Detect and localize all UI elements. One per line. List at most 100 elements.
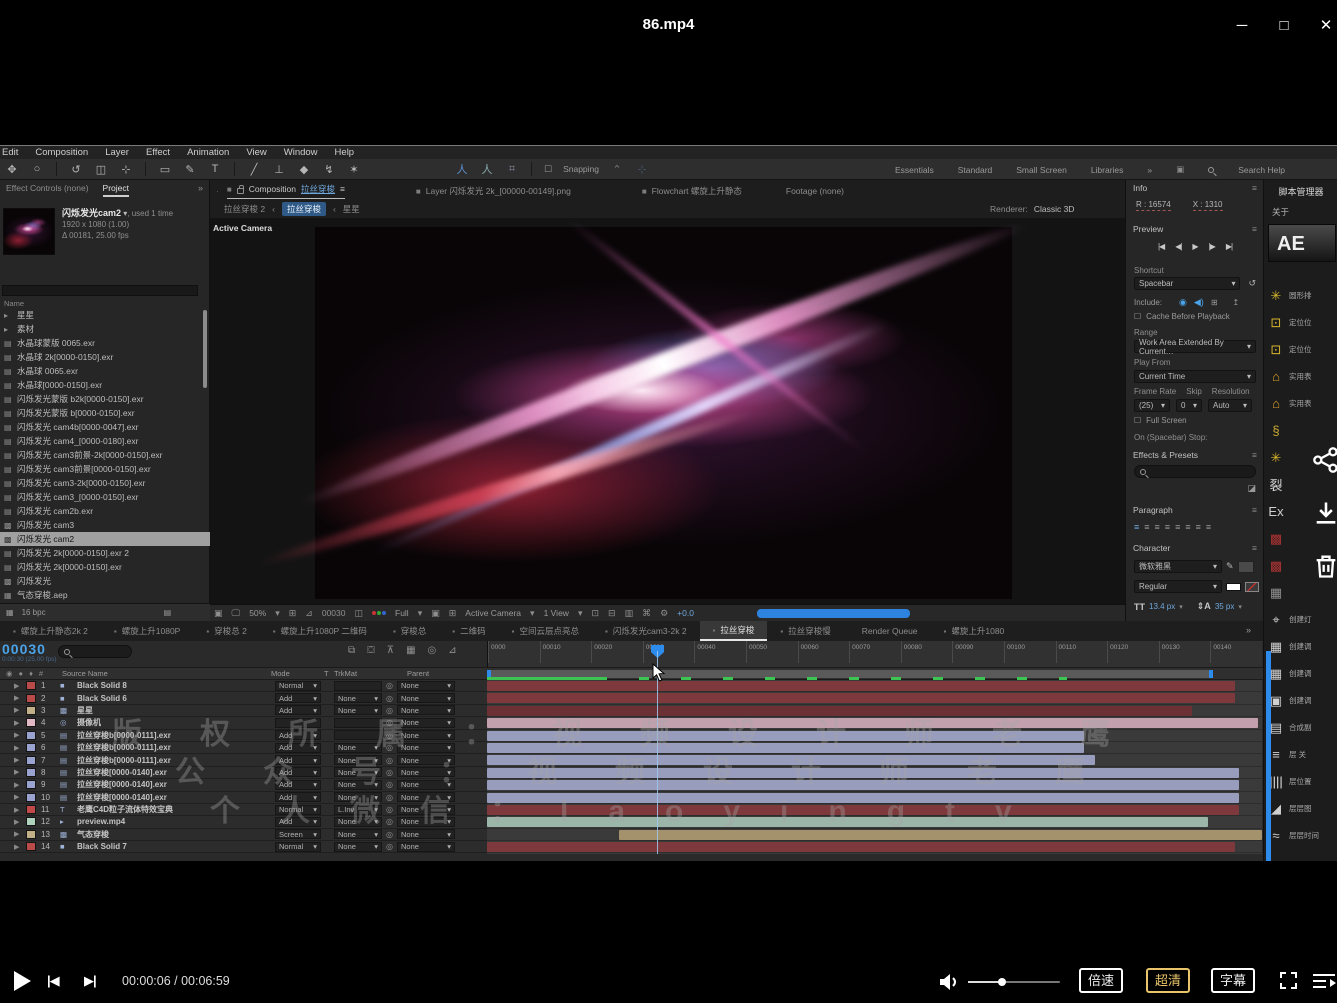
blend-mode-select[interactable]: Normal▾: [275, 681, 321, 691]
timeline-tab[interactable]: ▪ 穿梭总 2: [193, 621, 259, 641]
axis-view-icon[interactable]: ⌗: [505, 163, 519, 176]
menu-item[interactable]: View: [246, 147, 266, 158]
panel-overflow-icon[interactable]: »: [198, 183, 203, 193]
download-icon[interactable]: [1312, 499, 1337, 527]
track-row[interactable]: [487, 754, 1262, 766]
menu-item[interactable]: Help: [335, 147, 355, 158]
preview-panel-title[interactable]: Preview: [1133, 224, 1163, 234]
tab-composition[interactable]: ■ Composition 拉丝穿梭 ≡: [227, 183, 345, 199]
expander-icon[interactable]: ▶: [0, 682, 26, 690]
resolution-select[interactable]: Auto▾: [1208, 399, 1252, 412]
justify-last-right-icon[interactable]: ≡: [1185, 522, 1190, 532]
layer-duration-bar[interactable]: [487, 718, 1258, 728]
layer-color-swatch[interactable]: [26, 718, 36, 727]
blend-mode-select[interactable]: Add▾: [275, 730, 321, 740]
project-file-item[interactable]: ▤ 水晶球[0000-0150].exr: [0, 378, 210, 392]
exposure-value[interactable]: +0.0: [677, 608, 694, 618]
menu-item[interactable]: Composition: [35, 147, 88, 158]
current-frame[interactable]: 00030: [322, 608, 346, 618]
snap-3d-icon[interactable]: ⊹: [635, 163, 649, 176]
range-select[interactable]: Work Area Extended By Current…▾: [1134, 340, 1256, 353]
project-file-item[interactable]: ▸ 素材: [0, 322, 210, 336]
track-row[interactable]: [487, 680, 1262, 692]
previous-button[interactable]: |◀: [47, 973, 59, 989]
parent-pickwhip-icon[interactable]: ◎: [382, 780, 397, 789]
font-size-value[interactable]: 13.4 px: [1149, 602, 1175, 611]
project-file-item[interactable]: ▤ 闪烁发光蒙版 b[0000-0150].exr: [0, 406, 210, 420]
layer-row[interactable]: ▶ 2 ■ Black Solid 6 Add▾ None▾ ◎ None▾: [0, 692, 487, 704]
track-row[interactable]: [487, 779, 1262, 791]
expander-icon[interactable]: ▶: [0, 756, 26, 764]
project-file-item[interactable]: ▤ 水晶球 2k[0000-0150].exr: [0, 350, 210, 364]
project-search-bar[interactable]: [2, 285, 198, 296]
expander-icon[interactable]: ▶: [0, 806, 26, 814]
project-file-item[interactable]: ▤ 闪烁发光蒙版 b2k[0000-0150].exr: [0, 392, 210, 406]
justify-last-left-icon[interactable]: ≡: [1165, 522, 1170, 532]
blend-mode-select[interactable]: Add▾: [275, 693, 321, 703]
track-row[interactable]: [487, 717, 1262, 729]
rotobrush-tool-icon[interactable]: ↯: [322, 163, 336, 176]
parent-select[interactable]: None▾: [397, 743, 455, 753]
layer-color-swatch[interactable]: [26, 805, 36, 814]
timeline-tab[interactable]: Render Queue: [844, 621, 931, 641]
trkmat-select[interactable]: L.Inv▾: [334, 805, 382, 815]
script-item[interactable]: ▦ 创建调: [1268, 633, 1337, 660]
layer-color-swatch[interactable]: [26, 793, 36, 802]
trash-icon[interactable]: [1312, 552, 1337, 580]
tab-project[interactable]: Project: [103, 183, 129, 197]
project-file-item[interactable]: ▤ 闪烁发光 cam4_[0000-0180].exr: [0, 434, 210, 448]
expander-icon[interactable]: ▶: [0, 731, 26, 739]
snapshot-icon[interactable]: ◫: [354, 608, 363, 619]
parent-pickwhip-icon[interactable]: ◎: [382, 830, 397, 839]
layer-duration-bar[interactable]: [487, 706, 1192, 716]
script-item[interactable]: ⌂ 实用表: [1268, 363, 1337, 390]
share-icon[interactable]: [1312, 446, 1337, 474]
magnification-icon[interactable]: 🖵: [232, 608, 241, 619]
timeline-tab[interactable]: ▪ 螺旋上升1080P: [101, 621, 193, 641]
skip-select[interactable]: 0▾: [1176, 399, 1202, 412]
expander-icon[interactable]: ▶: [0, 830, 26, 838]
reset-icon[interactable]: ↺: [1248, 278, 1256, 289]
workspace-tab[interactable]: Essentials: [895, 165, 934, 175]
play-button[interactable]: [14, 971, 31, 991]
info-panel-title[interactable]: Info: [1133, 183, 1147, 193]
col-t[interactable]: T: [324, 669, 334, 678]
maximize-icon[interactable]: □: [1275, 17, 1293, 34]
project-file-item[interactable]: ▸ 星星: [0, 308, 210, 322]
playfrom-select[interactable]: Current Time▾: [1134, 370, 1256, 383]
timeline-tab[interactable]: ▪ 穿梭总: [380, 621, 439, 641]
project-flowchart-icon[interactable]: ▦: [6, 608, 14, 617]
layer-duration-bar[interactable]: [487, 681, 1235, 691]
project-file-item[interactable]: ▩ 闪烁发光 cam2: [0, 532, 210, 546]
parent-select[interactable]: None▾: [397, 805, 455, 815]
minimize-icon[interactable]: ─: [1233, 17, 1251, 34]
parent-pickwhip-icon[interactable]: ◎: [382, 756, 397, 765]
justify-last-center-icon[interactable]: ≡: [1175, 522, 1180, 532]
crumb-next[interactable]: 星星: [343, 203, 360, 215]
trkmat-select[interactable]: None▾: [334, 829, 382, 839]
parent-select[interactable]: None▾: [397, 693, 455, 703]
layer-duration-bar[interactable]: [487, 793, 1239, 803]
shape-tool-icon[interactable]: ▭: [158, 163, 172, 176]
col-source-name[interactable]: Source Name: [62, 669, 271, 678]
timeline-search-input[interactable]: [58, 645, 132, 658]
timeline-tab[interactable]: ▪ 拉丝穿梭: [700, 621, 768, 641]
track-row[interactable]: [487, 692, 1262, 704]
script-item[interactable]: ▦: [1268, 579, 1337, 606]
volume-icon[interactable]: [938, 973, 960, 991]
playlist-icon[interactable]: [1312, 973, 1336, 989]
tab-effect-controls[interactable]: Effect Controls (none): [6, 183, 89, 197]
pixel-aspect-icon[interactable]: ⊡: [591, 608, 599, 619]
blend-mode-select[interactable]: Normal▾: [275, 842, 321, 852]
script-item[interactable]: ⊡ 定位位: [1268, 336, 1337, 363]
track-row[interactable]: [487, 804, 1262, 816]
layer-row[interactable]: ▶ 11 T 老鹰C4D粒子流体特效宝典 Normal▾ L.Inv▾ ◎ No…: [0, 804, 487, 816]
expander-icon[interactable]: ▶: [0, 744, 26, 752]
project-file-item[interactable]: ▩ 闪烁发光 cam3: [0, 518, 210, 532]
blend-mode-select[interactable]: Normal▾: [275, 805, 321, 815]
trkmat-select[interactable]: [334, 718, 382, 728]
subtitle-button[interactable]: 字幕: [1211, 968, 1255, 993]
effects-search-input[interactable]: [1134, 465, 1256, 478]
blend-mode-select[interactable]: Screen▾: [275, 829, 321, 839]
no-stroke-swatch[interactable]: [1245, 582, 1259, 592]
